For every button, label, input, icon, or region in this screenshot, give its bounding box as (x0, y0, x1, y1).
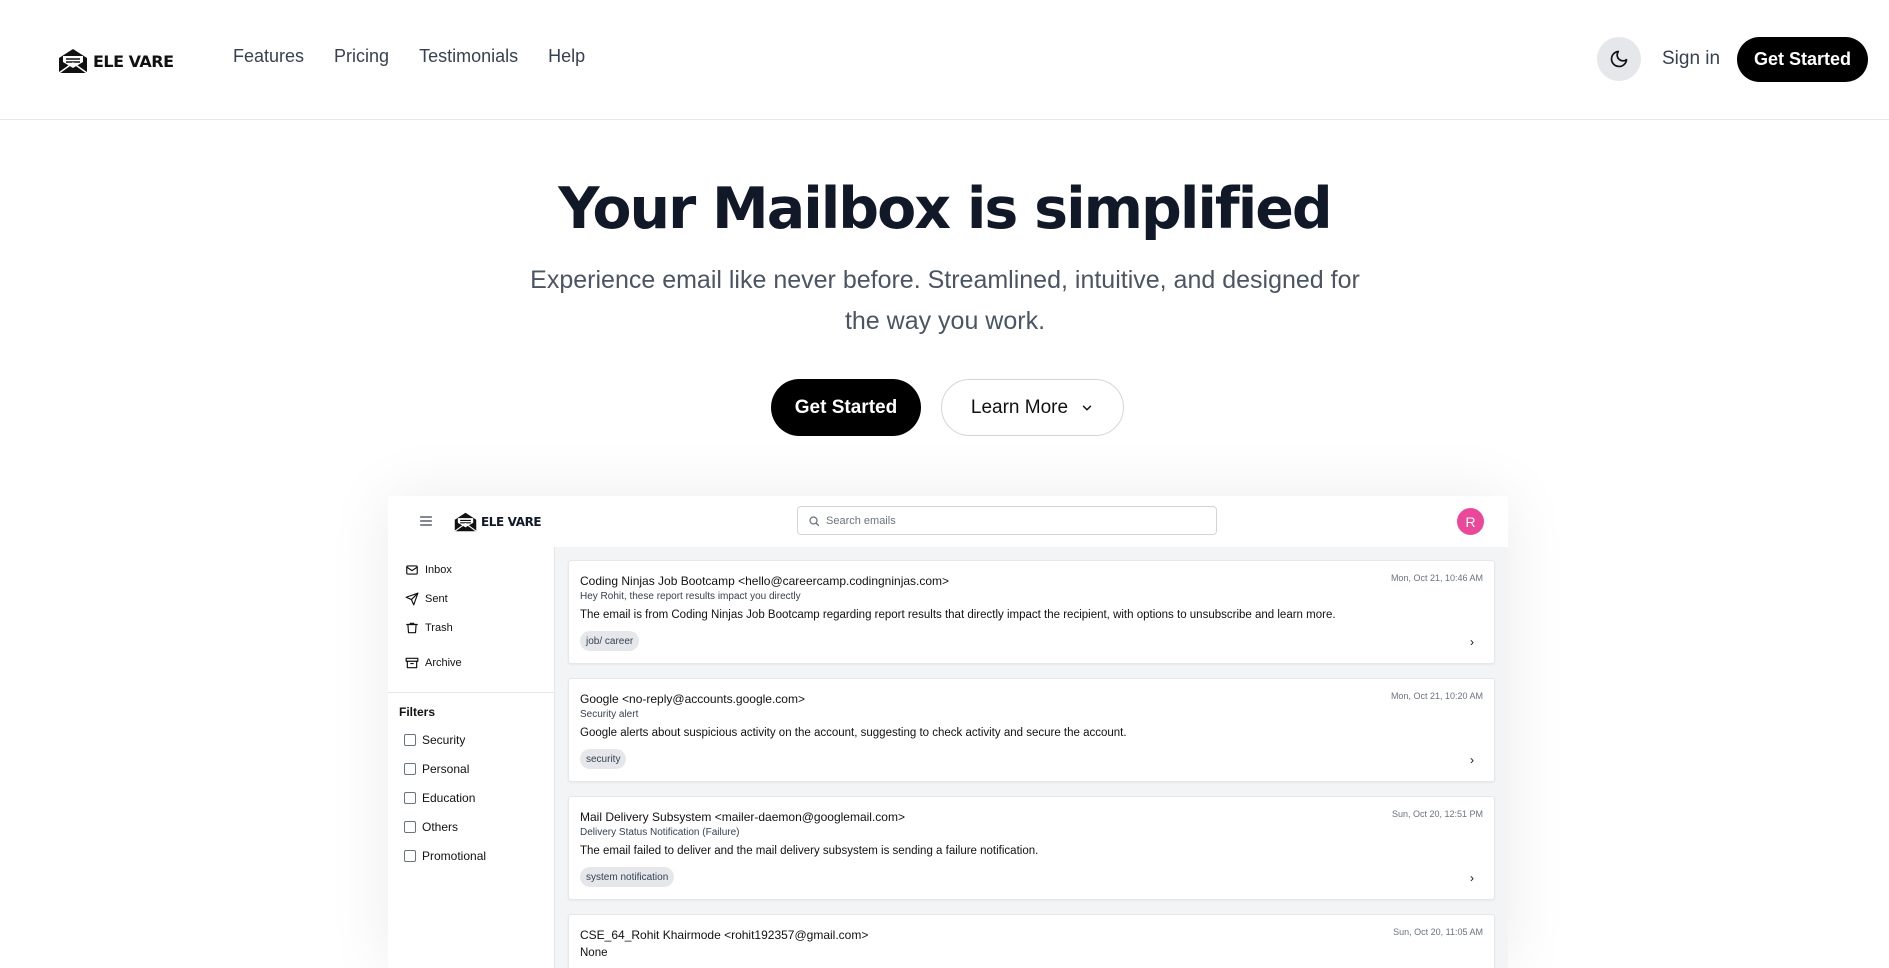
email-list: Coding Ninjas Job Bootcamp <hello@career… (555, 547, 1508, 968)
search-input[interactable] (826, 514, 1206, 527)
email-summary: The email is from Coding Ninjas Job Boot… (580, 609, 1336, 621)
sidebar-item-label: Inbox (425, 564, 452, 576)
filter-checkbox[interactable] (404, 734, 416, 746)
email-date: Sun, Oct 20, 11:05 AM (1393, 927, 1483, 937)
chevron-right-icon[interactable]: › (1470, 753, 1474, 767)
filter-checkbox[interactable] (404, 792, 416, 804)
hamburger-menu-icon[interactable] (418, 513, 434, 529)
filter-label: Security (422, 733, 466, 747)
email-summary: Google alerts about suspicious activity … (580, 727, 1127, 739)
email-date: Mon, Oct 21, 10:46 AM (1390, 573, 1483, 583)
filter-label: Promotional (422, 849, 487, 863)
filter-promotional[interactable]: Promotional (404, 849, 486, 863)
sidebar-item-trash[interactable]: Trash (405, 621, 453, 635)
learn-more-button[interactable]: Learn More (941, 379, 1124, 436)
nav-link-pricing[interactable]: Pricing (334, 46, 389, 67)
email-sender: Google <no-reply@accounts.google.com> (580, 692, 805, 706)
email-subject: Delivery Status Notification (Failure) (580, 827, 740, 838)
sidebar-item-archive[interactable]: Archive (405, 656, 462, 670)
filter-label: Education (422, 791, 476, 805)
filter-checkbox[interactable] (404, 763, 416, 775)
email-subject: Security alert (580, 709, 639, 720)
nav-link-help[interactable]: Help (548, 46, 585, 67)
envelope-logo-icon (454, 512, 477, 532)
nav-link-testimonials[interactable]: Testimonials (419, 46, 518, 67)
top-navbar: ELE VARE Features Pricing Testimonials H… (0, 0, 1889, 120)
sidebar-item-sent[interactable]: Sent (405, 592, 448, 606)
email-card[interactable]: CSE_64_Rohit Khairmode <rohit192357@gmai… (568, 914, 1495, 968)
email-sender: CSE_64_Rohit Khairmode <rohit192357@gmai… (580, 928, 869, 942)
filter-security[interactable]: Security (404, 733, 465, 747)
email-date: Sun, Oct 20, 12:51 PM (1391, 809, 1483, 819)
sidebar-item-label: Sent (425, 593, 448, 605)
filter-personal[interactable]: Personal (404, 762, 469, 776)
nav-link-features[interactable]: Features (233, 46, 304, 67)
filters-heading: Filters (399, 705, 436, 719)
brand-logo[interactable]: ELE VARE (58, 48, 174, 74)
trash-icon (406, 622, 418, 634)
chevron-right-icon[interactable]: › (1470, 871, 1474, 885)
preview-brand-logo[interactable]: ELE VARE (454, 512, 542, 532)
sign-in-link[interactable]: Sign in (1662, 48, 1720, 70)
filter-checkbox[interactable] (404, 850, 416, 862)
learn-more-label: Learn More (970, 396, 1069, 418)
email-card[interactable]: Coding Ninjas Job Bootcamp <hello@career… (568, 560, 1495, 664)
email-sender: Mail Delivery Subsystem <mailer-daemon@g… (580, 810, 905, 824)
sidebar-divider (388, 692, 555, 693)
chevron-right-icon[interactable]: › (1470, 635, 1474, 649)
email-card[interactable]: Google <no-reply@accounts.google.com> Mo… (568, 678, 1495, 782)
hero-title: Your Mailbox is simplified (558, 176, 1332, 242)
email-date: Mon, Oct 21, 10:20 AM (1390, 691, 1483, 701)
email-summary: The email failed to deliver and the mail… (580, 845, 1039, 857)
chevron-down-icon (1082, 405, 1092, 410)
preview-sidebar: Inbox Sent Trash Archive Filters Securit… (388, 547, 555, 968)
inbox-icon (406, 565, 418, 575)
user-avatar[interactable]: R (1457, 508, 1484, 535)
email-sender: Coding Ninjas Job Bootcamp <hello@career… (580, 574, 950, 588)
envelope-logo-icon (58, 49, 88, 74)
hero-get-started-button[interactable]: Get Started (771, 379, 921, 436)
hero-subtitle: Experience email like never before. Stre… (530, 266, 1360, 335)
email-summary: None (580, 947, 608, 959)
filter-label: Personal (422, 762, 470, 776)
filter-checkbox[interactable] (404, 821, 416, 833)
filter-others[interactable]: Others (404, 820, 458, 834)
filter-label: Others (422, 820, 459, 834)
email-card[interactable]: Mail Delivery Subsystem <mailer-daemon@g… (568, 796, 1495, 900)
email-tag: security (580, 749, 627, 769)
preview-brand-name: ELE VARE (481, 515, 542, 529)
email-subject: Hey Rohit, these report results impact y… (580, 591, 801, 602)
nav-links: Features Pricing Testimonials Help (233, 46, 585, 67)
filter-education[interactable]: Education (404, 791, 475, 805)
preview-header: ELE VARE R (388, 496, 1508, 547)
search-box[interactable] (797, 506, 1217, 535)
search-icon (809, 515, 820, 526)
moon-icon (1610, 50, 1628, 68)
brand-name: ELE VARE (93, 51, 174, 71)
sidebar-item-label: Trash (425, 622, 453, 634)
nav-get-started-button[interactable]: Get Started (1737, 37, 1868, 82)
email-tag: job/ career (580, 631, 640, 651)
sidebar-item-inbox[interactable]: Inbox (405, 563, 452, 577)
theme-toggle-button[interactable] (1597, 37, 1641, 81)
sidebar-item-label: Archive (425, 657, 462, 669)
archive-icon (405, 657, 419, 669)
email-tag: system notification (580, 867, 675, 887)
send-icon (405, 592, 419, 606)
app-preview: ELE VARE R Inbox Sent Trash (388, 496, 1508, 968)
